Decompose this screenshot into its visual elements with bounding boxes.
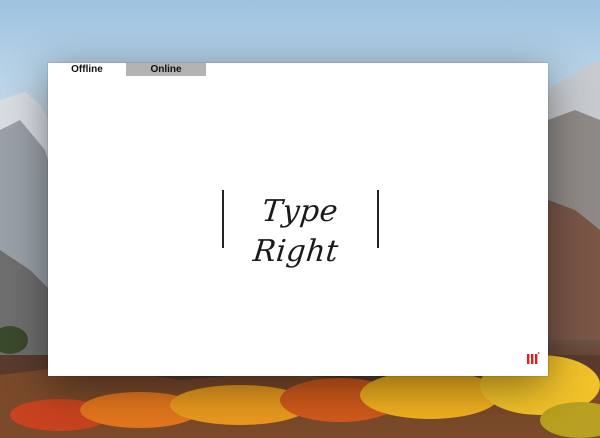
logo-right-bar bbox=[377, 190, 379, 248]
library-icon[interactable] bbox=[526, 351, 540, 365]
mode-tabs: Offline Online bbox=[48, 63, 206, 76]
tab-offline[interactable]: Offline bbox=[48, 63, 126, 76]
app-window: Offline Online Type Right bbox=[48, 63, 548, 376]
logo-left-bar bbox=[222, 190, 224, 248]
tab-online[interactable]: Online bbox=[126, 63, 206, 76]
app-logo: Type Right bbox=[221, 188, 381, 269]
logo-text: Type Right bbox=[251, 194, 341, 269]
